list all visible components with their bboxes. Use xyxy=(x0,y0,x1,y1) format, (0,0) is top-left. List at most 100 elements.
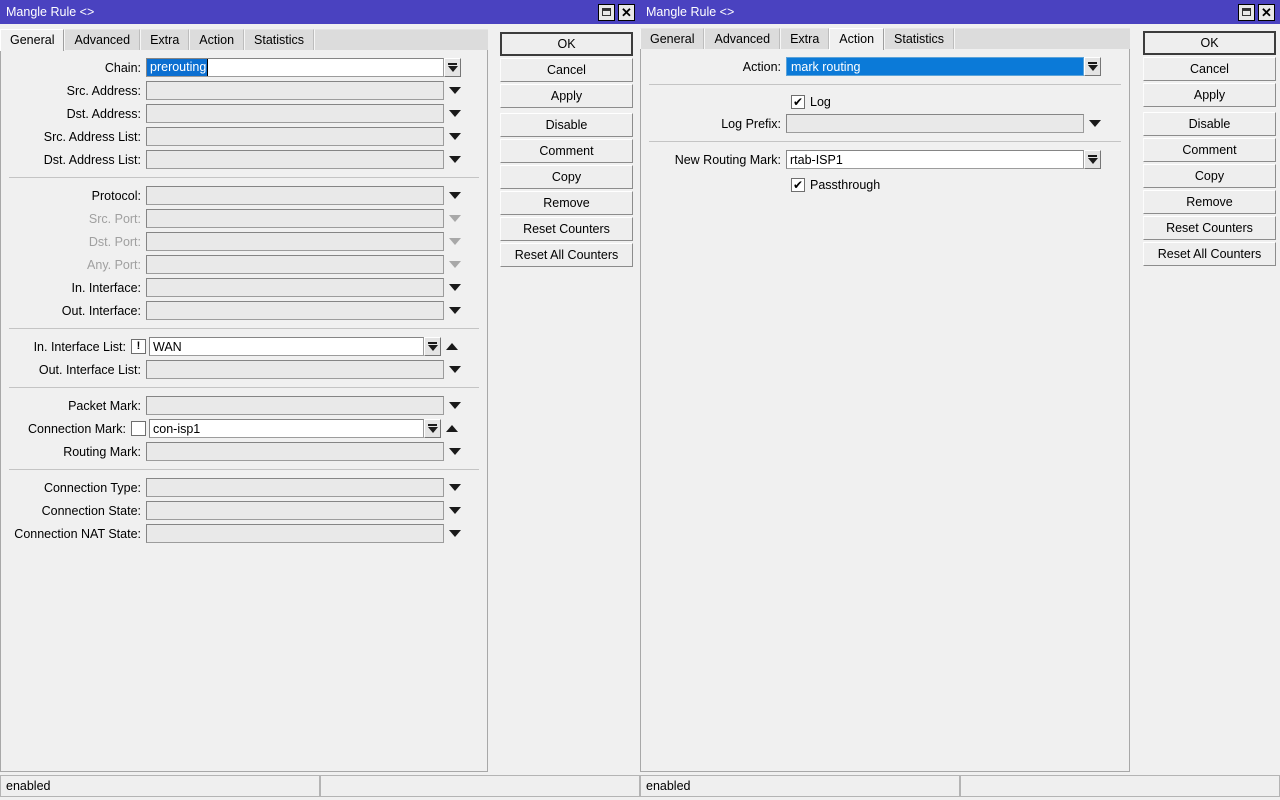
connection-state-dropdown[interactable] xyxy=(444,501,466,520)
button-label: Cancel xyxy=(1190,62,1229,76)
connection-type-input[interactable] xyxy=(146,478,444,497)
tab-general[interactable]: General xyxy=(640,28,704,49)
dst-address-list-dropdown[interactable] xyxy=(444,150,466,169)
src-address-list-input[interactable] xyxy=(146,127,444,146)
protocol-input[interactable] xyxy=(146,186,444,205)
restore-icon xyxy=(602,8,611,16)
connection-mark-input[interactable]: con-isp1 xyxy=(149,419,424,438)
in-interface-list-negate-toggle[interactable]: ! xyxy=(131,339,146,354)
mangle-rule-window-general[interactable]: Mangle Rule <> ✕ General Advanced Extra xyxy=(0,0,640,800)
log-prefix-dropdown[interactable] xyxy=(1084,114,1106,133)
src-address-dropdown[interactable] xyxy=(444,81,466,100)
in-interface-input[interactable] xyxy=(146,278,444,297)
button-label: Reset Counters xyxy=(1166,221,1253,235)
tabstrip: General Advanced Extra Action Statistics xyxy=(640,28,1130,49)
form-row-any-port: Any. Port: xyxy=(1,253,487,276)
connection-mark-collapse-button[interactable] xyxy=(441,419,463,438)
restore-button[interactable] xyxy=(598,4,615,21)
chain-input[interactable]: prerouting xyxy=(146,58,444,77)
any-port-dropdown xyxy=(444,255,466,274)
button-label: Disable xyxy=(1189,117,1231,131)
copy-button[interactable]: Copy xyxy=(1143,164,1276,188)
src-address-input[interactable] xyxy=(146,81,444,100)
log-checkbox[interactable]: ✔ xyxy=(791,95,805,109)
titlebar[interactable]: Mangle Rule <> ✕ xyxy=(0,0,640,24)
protocol-dropdown[interactable] xyxy=(444,186,466,205)
tab-extra[interactable]: Extra xyxy=(140,29,189,50)
connection-mark-dropdown-button[interactable] xyxy=(424,419,441,438)
dst-address-dropdown[interactable] xyxy=(444,104,466,123)
close-button[interactable]: ✕ xyxy=(1258,4,1275,21)
packet-mark-dropdown[interactable] xyxy=(444,396,466,415)
tab-action[interactable]: Action xyxy=(189,29,244,50)
packet-mark-input[interactable] xyxy=(146,396,444,415)
connection-mark-value: con-isp1 xyxy=(153,422,200,436)
action-dropdown-button[interactable] xyxy=(1084,57,1101,76)
reset-counters-button[interactable]: Reset Counters xyxy=(1143,216,1276,240)
action-input[interactable]: mark routing xyxy=(786,57,1084,76)
apply-button[interactable]: Apply xyxy=(1143,83,1276,107)
chevron-down-icon xyxy=(449,507,461,514)
tab-general[interactable]: General xyxy=(0,29,64,51)
reset-all-counters-button[interactable]: Reset All Counters xyxy=(1143,242,1276,266)
connection-nat-state-input[interactable] xyxy=(146,524,444,543)
log-prefix-input[interactable] xyxy=(786,114,1084,133)
out-interface-list-dropdown[interactable] xyxy=(444,360,466,379)
dst-address-list-input[interactable] xyxy=(146,150,444,169)
connection-state-input[interactable] xyxy=(146,501,444,520)
remove-button[interactable]: Remove xyxy=(1143,190,1276,214)
mangle-rule-window-action[interactable]: Mangle Rule <> ✕ General Advanced Extra xyxy=(640,0,1280,800)
form-row-out-interface-list: Out. Interface List: xyxy=(1,358,487,381)
tab-advanced[interactable]: Advanced xyxy=(704,28,780,49)
routing-mark-input[interactable] xyxy=(146,442,444,461)
cancel-button[interactable]: Cancel xyxy=(1143,57,1276,81)
chevron-down-icon xyxy=(449,156,461,163)
in-interface-dropdown[interactable] xyxy=(444,278,466,297)
chevron-down-icon xyxy=(428,427,438,433)
action-value: mark routing xyxy=(791,60,860,74)
ok-button[interactable]: OK xyxy=(500,32,633,56)
reset-all-counters-button[interactable]: Reset All Counters xyxy=(500,243,633,267)
tab-statistics[interactable]: Statistics xyxy=(244,29,314,50)
new-routing-mark-input[interactable]: rtab-ISP1 xyxy=(786,150,1084,169)
chain-dropdown-button[interactable] xyxy=(444,58,461,77)
group-divider xyxy=(9,177,479,178)
copy-button[interactable]: Copy xyxy=(500,165,633,189)
dst-address-input[interactable] xyxy=(146,104,444,123)
out-interface-dropdown[interactable] xyxy=(444,301,466,320)
in-interface-list-input[interactable]: WAN xyxy=(149,337,424,356)
close-button[interactable]: ✕ xyxy=(618,4,635,21)
tab-statistics[interactable]: Statistics xyxy=(884,28,954,49)
row-label: Src. Port: xyxy=(1,212,146,226)
tab-extra[interactable]: Extra xyxy=(780,28,829,49)
comment-button[interactable]: Comment xyxy=(500,139,633,163)
connection-mark-negate-toggle[interactable] xyxy=(131,421,146,436)
row-label: Dst. Port: xyxy=(1,235,146,249)
disable-button[interactable]: Disable xyxy=(500,113,633,137)
connection-nat-state-dropdown[interactable] xyxy=(444,524,466,543)
src-address-list-dropdown[interactable] xyxy=(444,127,466,146)
out-interface-list-input[interactable] xyxy=(146,360,444,379)
reset-counters-button[interactable]: Reset Counters xyxy=(500,217,633,241)
passthrough-checkbox-label: Passthrough xyxy=(810,178,880,192)
connection-type-dropdown[interactable] xyxy=(444,478,466,497)
in-interface-list-dropdown-button[interactable] xyxy=(424,337,441,356)
passthrough-checkbox[interactable]: ✔ xyxy=(791,178,805,192)
routing-mark-dropdown[interactable] xyxy=(444,442,466,461)
in-interface-list-collapse-button[interactable] xyxy=(441,337,463,356)
restore-button[interactable] xyxy=(1238,4,1255,21)
titlebar[interactable]: Mangle Rule <> ✕ xyxy=(640,0,1280,24)
apply-button[interactable]: Apply xyxy=(500,84,633,108)
restore-icon xyxy=(1242,8,1251,16)
out-interface-input[interactable] xyxy=(146,301,444,320)
remove-button[interactable]: Remove xyxy=(500,191,633,215)
tab-label: Advanced xyxy=(74,33,130,47)
ok-button[interactable]: OK xyxy=(1143,31,1276,55)
status-cell-empty xyxy=(320,775,640,797)
disable-button[interactable]: Disable xyxy=(1143,112,1276,136)
tab-advanced[interactable]: Advanced xyxy=(64,29,140,50)
cancel-button[interactable]: Cancel xyxy=(500,58,633,82)
new-routing-mark-dropdown-button[interactable] xyxy=(1084,150,1101,169)
tab-action[interactable]: Action xyxy=(829,28,884,50)
comment-button[interactable]: Comment xyxy=(1143,138,1276,162)
